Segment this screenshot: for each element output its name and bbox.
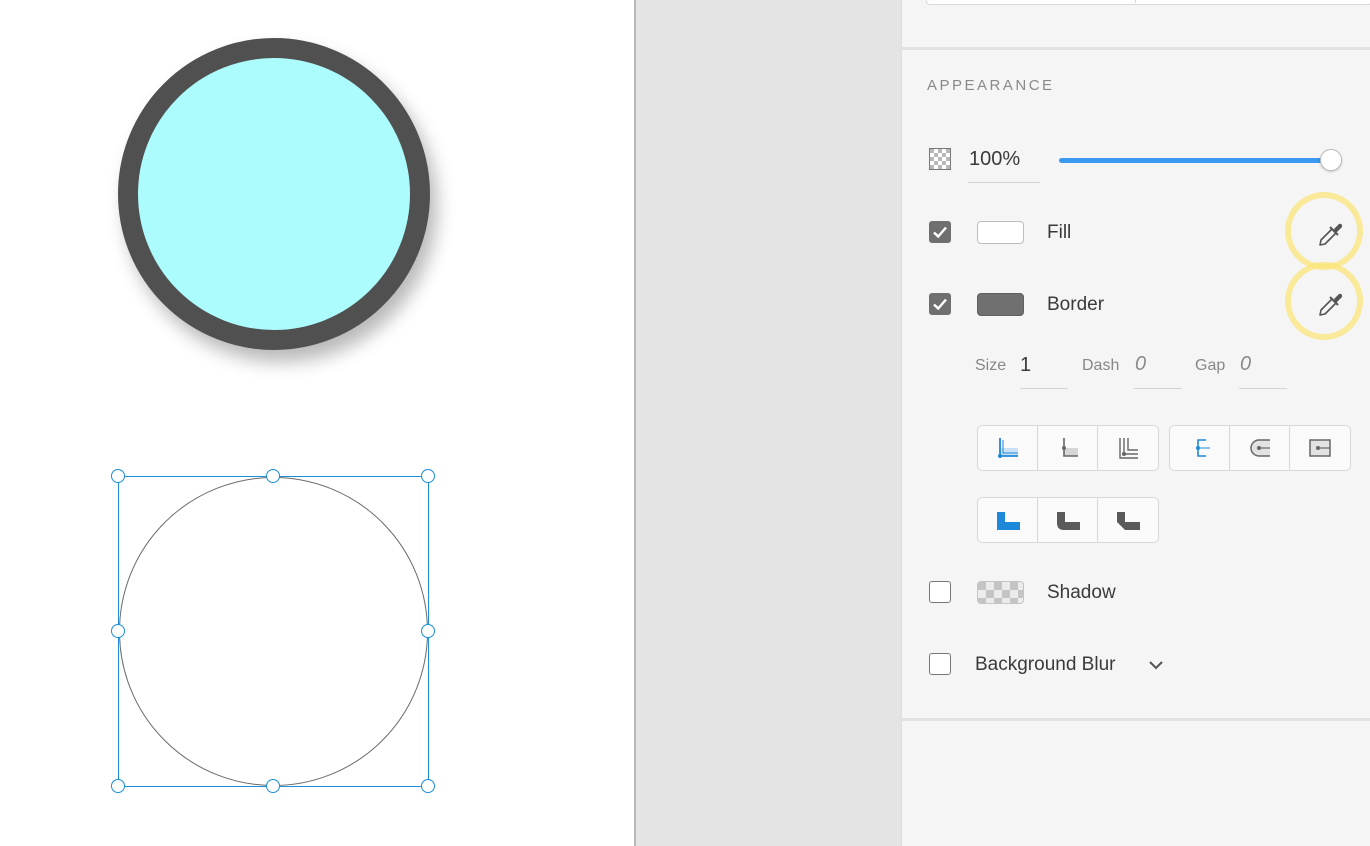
resize-handle-top[interactable] [266,469,280,483]
round-join-button[interactable] [1038,498,1098,542]
fill-eyedropper-icon[interactable] [1316,219,1346,249]
dash-input-underline [1134,388,1182,389]
property-inspector: APPEARANCE 100% Fill Border Size 1 Dash … [901,0,1370,846]
miter-join-button[interactable] [978,498,1038,542]
shadow-label: Shadow [1047,582,1116,603]
line-join-group [977,497,1159,543]
resize-handle-right[interactable] [421,624,435,638]
field-divider [1135,0,1136,3]
round-join-icon [1056,512,1080,530]
resize-handle-top-right[interactable] [421,469,435,483]
pasteboard [636,0,901,846]
stroke-position-group [977,425,1159,471]
inner-stroke-button[interactable] [978,426,1038,470]
opacity-slider-thumb[interactable] [1320,149,1342,171]
resize-handle-bottom-right[interactable] [421,779,435,793]
gap-input-underline [1239,388,1287,389]
resize-handle-top-left[interactable] [111,469,125,483]
line-cap-group [1169,425,1351,471]
butt-cap-button[interactable] [1170,426,1230,470]
artboard[interactable] [0,0,634,846]
background-blur-checkbox[interactable] [929,653,951,675]
resize-handle-bottom-left[interactable] [111,779,125,793]
opacity-slider-track[interactable] [1059,158,1329,163]
resize-handle-left[interactable] [111,624,125,638]
outer-stroke-icon [1119,438,1138,459]
border-size-input[interactable]: 1 [1020,354,1031,377]
selection-bounding-box [118,476,429,787]
inner-stroke-icon [997,438,1018,458]
border-dash-input[interactable]: 0 [1135,353,1146,376]
outer-stroke-button[interactable] [1098,426,1158,470]
fill-label: Fill [1047,222,1072,243]
bevel-join-button[interactable] [1098,498,1158,542]
border-label: Border [1047,294,1105,315]
section-title-appearance: APPEARANCE [927,77,1055,94]
border-eyedropper-icon[interactable] [1316,289,1346,319]
square-cap-button[interactable] [1290,426,1350,470]
center-stroke-button[interactable] [1038,426,1098,470]
shadow-color-swatch[interactable] [977,581,1024,604]
size-input-underline [1020,388,1068,389]
butt-cap-icon [1195,439,1210,457]
chevron-down-icon[interactable] [1147,656,1165,674]
checkmark-icon [933,226,947,239]
miter-join-icon [996,512,1020,530]
background-blur-label: Background Blur [975,654,1116,675]
resize-handle-bottom[interactable] [266,779,280,793]
border-gap-input[interactable]: 0 [1240,353,1251,376]
opacity-input-underline [968,182,1040,183]
filled-circle-shape[interactable] [118,38,430,350]
section-divider [902,718,1370,721]
bevel-join-icon [1117,512,1140,530]
center-stroke-icon [1061,438,1078,457]
border-size-label: Size [975,357,1007,374]
border-color-swatch[interactable] [977,293,1024,316]
round-cap-button[interactable] [1230,426,1290,470]
fill-color-swatch[interactable] [977,221,1024,244]
round-cap-icon [1249,439,1270,457]
border-checkbox[interactable] [929,293,951,315]
fill-checkbox[interactable] [929,221,951,243]
section-divider [902,47,1370,50]
checkmark-icon [933,298,947,311]
shadow-checkbox[interactable] [929,581,951,603]
square-cap-icon [1309,439,1331,457]
opacity-value-input[interactable]: 100% [969,148,1020,171]
opacity-icon [929,148,951,170]
border-gap-label: Gap [1195,357,1226,374]
previous-section-field [926,0,1370,5]
border-dash-label: Dash [1082,357,1120,374]
